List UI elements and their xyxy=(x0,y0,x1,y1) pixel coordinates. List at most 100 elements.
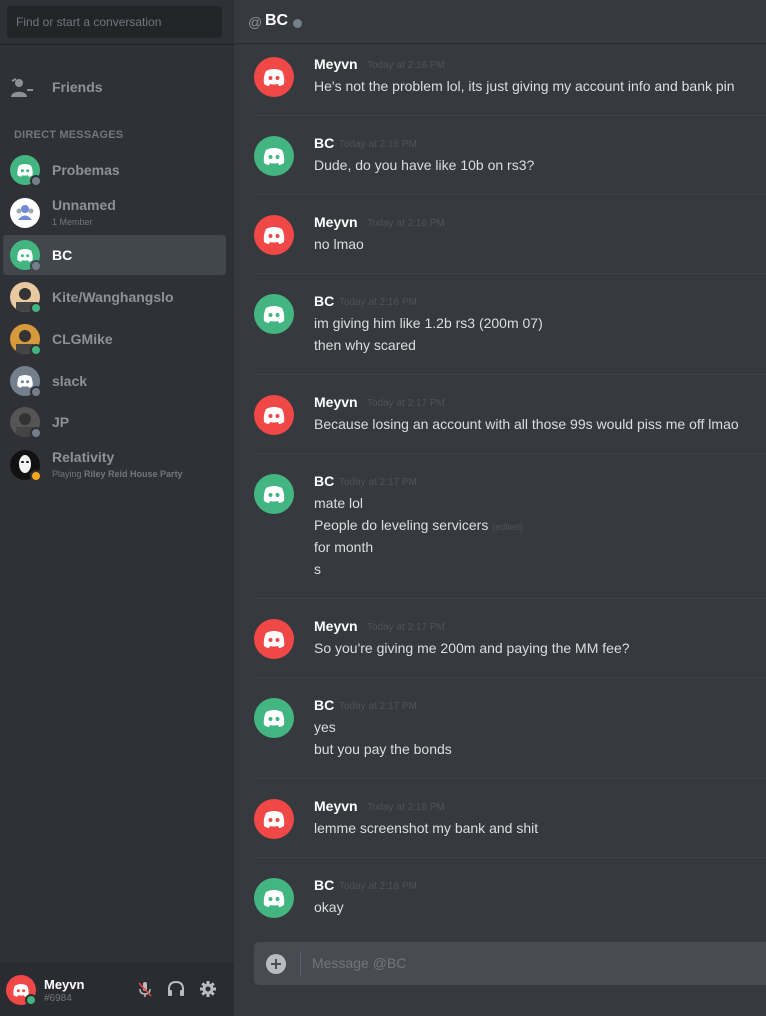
author-avatar[interactable] xyxy=(254,215,294,255)
message-timestamp: Today at 2:16 PM xyxy=(339,139,417,150)
discord-logo-icon xyxy=(254,395,294,435)
mute-microphone-icon[interactable] xyxy=(136,980,154,998)
divider xyxy=(0,44,234,45)
author-avatar[interactable] xyxy=(254,619,294,659)
message-text: He's not the problem lol, its just givin… xyxy=(314,78,735,94)
sidebar-item-friends[interactable]: Friends xyxy=(0,68,234,108)
message-text: Because losing an account with all those… xyxy=(314,416,739,432)
dm-subtitle: 1 Member xyxy=(52,217,93,227)
dm-name: Kite/Wanghangslo xyxy=(52,289,174,305)
message-timestamp: Today at 2:17 PM xyxy=(339,477,417,488)
message-timestamp: Today at 2:17 PM xyxy=(367,398,445,409)
status-indicator xyxy=(30,260,42,272)
author-avatar[interactable] xyxy=(254,57,294,97)
author-avatar[interactable] xyxy=(254,395,294,435)
channel-name: BC xyxy=(265,12,289,29)
dm-item-jp[interactable]: JP xyxy=(3,402,226,442)
message-author[interactable]: Meyvn xyxy=(314,214,358,230)
dm-item-slack[interactable]: slack xyxy=(3,361,226,401)
user-name: Meyvn xyxy=(44,977,85,992)
author-avatar[interactable] xyxy=(254,474,294,514)
dm-name: JP xyxy=(52,414,70,430)
message-text: okay xyxy=(314,899,344,915)
dm-avatar xyxy=(10,198,40,228)
friends-label: Friends xyxy=(52,79,103,95)
message-text: Dude, do you have like 10b on rs3? xyxy=(314,157,535,173)
message-text: yes xyxy=(314,719,336,735)
message-timestamp: Today at 2:16 PM xyxy=(367,60,445,71)
message-author[interactable]: Meyvn xyxy=(314,798,358,814)
message-timestamp: Today at 2:16 PM xyxy=(339,297,417,308)
dm-item-probemas[interactable]: Probemas xyxy=(3,150,226,190)
author-avatar[interactable] xyxy=(254,799,294,839)
message-text: for month xyxy=(314,539,374,555)
dm-item-kite-wanghangslo[interactable]: Kite/Wanghangslo xyxy=(3,277,226,317)
discord-logo-icon xyxy=(254,878,294,918)
message-author[interactable]: BC xyxy=(314,135,334,151)
message-group: Meyvn Today at 2:16 PM no lmao xyxy=(254,214,766,274)
activity-prefix: Playing xyxy=(52,469,85,479)
message-text: So you're giving me 200m and paying the … xyxy=(314,640,630,656)
status-indicator xyxy=(30,470,42,482)
message-timestamp: Today at 2:18 PM xyxy=(367,802,445,813)
dm-item-bc[interactable]: BC xyxy=(3,235,226,275)
message-timestamp: Today at 2:18 PM xyxy=(339,881,417,892)
status-indicator xyxy=(30,302,42,314)
status-indicator xyxy=(30,386,42,398)
message-timestamp: Today at 2:17 PM xyxy=(367,622,445,633)
dm-name: Relativity xyxy=(52,449,115,465)
message-input[interactable] xyxy=(312,955,752,971)
divider xyxy=(300,952,301,975)
status-indicator xyxy=(30,427,42,439)
sidebar: Find or start a conversation Friends DIR… xyxy=(0,0,234,1016)
message-group: Meyvn Today at 2:17 PM So you're giving me… xyxy=(254,618,766,678)
discord-logo-icon xyxy=(254,294,294,334)
friends-icon xyxy=(11,78,33,97)
message-group: Meyvn Today at 2:17 PM Because losing an a… xyxy=(254,394,766,454)
message-group: BC Today at 2:17 PM mate lol People do leve… xyxy=(254,473,766,599)
settings-gear-icon[interactable] xyxy=(199,980,217,998)
message-group: BC Today at 2:16 PM im giving him like 1.2… xyxy=(254,293,766,375)
dm-item-unnamed[interactable]: Unnamed 1 Member xyxy=(3,193,226,233)
upload-plus-icon[interactable] xyxy=(266,954,286,974)
message-text: but you pay the bonds xyxy=(314,741,452,757)
dm-name: Unnamed xyxy=(52,197,116,213)
dm-item-relativity[interactable]: Relativity Playing Riley Reid House Party xyxy=(3,445,226,485)
message-composer xyxy=(254,942,766,985)
direct-messages-header: DIRECT MESSAGES xyxy=(14,129,124,141)
message-author[interactable]: BC xyxy=(314,293,334,309)
dm-name: CLGMike xyxy=(52,331,113,347)
author-avatar[interactable] xyxy=(254,294,294,334)
message-text: s xyxy=(314,561,321,577)
message-author[interactable]: Meyvn xyxy=(314,56,358,72)
message-author[interactable]: Meyvn xyxy=(314,394,358,410)
message-group: Meyvn Today at 2:16 PM He's not the proble… xyxy=(254,56,766,116)
dm-item-clgmike[interactable]: CLGMike xyxy=(3,319,226,359)
message-text: People do leveling servicers (edited) xyxy=(314,517,523,533)
message-author[interactable]: BC xyxy=(314,877,334,893)
discord-logo-icon xyxy=(254,799,294,839)
message-text: im giving him like 1.2b rs3 (200m 07) xyxy=(314,315,543,331)
message-group: BC Today at 2:18 PM okay xyxy=(254,877,766,921)
dm-activity: Playing Riley Reid House Party xyxy=(52,469,183,479)
author-avatar[interactable] xyxy=(254,698,294,738)
message-timestamp: Today at 2:17 PM xyxy=(339,701,417,712)
message-timestamp: Today at 2:16 PM xyxy=(367,218,445,229)
author-avatar[interactable] xyxy=(254,136,294,176)
headphones-icon[interactable] xyxy=(167,980,185,998)
message-group: Meyvn Today at 2:18 PM lemme screenshot my… xyxy=(254,798,766,858)
dm-name: Probemas xyxy=(52,162,120,178)
discord-logo-icon xyxy=(254,474,294,514)
dm-name: BC xyxy=(52,247,73,263)
search-input[interactable]: Find or start a conversation xyxy=(7,6,222,38)
message-line-text: People do leveling servicers xyxy=(314,517,489,533)
edited-marker: (edited) xyxy=(492,522,523,532)
discord-logo-icon xyxy=(254,215,294,255)
message-author[interactable]: Meyvn xyxy=(314,618,358,634)
status-indicator xyxy=(30,175,42,187)
discord-logo-icon xyxy=(254,619,294,659)
author-avatar[interactable] xyxy=(254,878,294,918)
message-author[interactable]: BC xyxy=(314,473,334,489)
discord-logo-icon xyxy=(254,57,294,97)
message-author[interactable]: BC xyxy=(314,697,334,713)
